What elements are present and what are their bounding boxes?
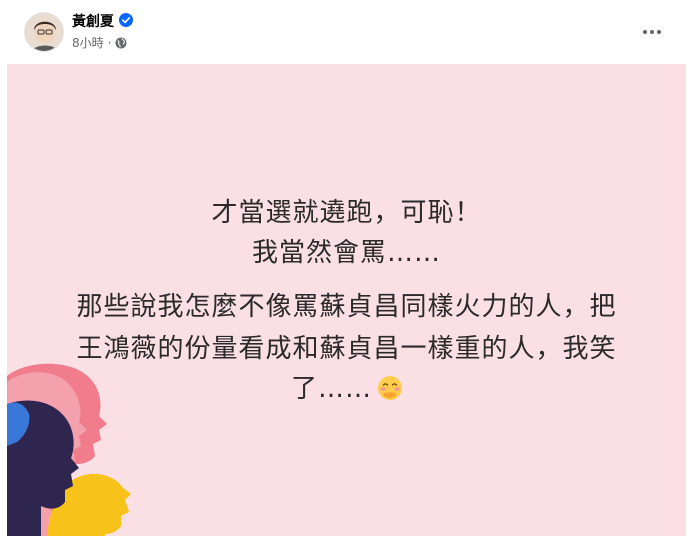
more-options-icon [643,30,647,34]
globe-icon [115,37,127,48]
face-with-hand-over-mouth-icon [378,376,403,400]
post-time[interactable]: 8小時 [72,34,104,51]
post-line-2: 我當然會罵…… [251,238,441,268]
more-options-dot [657,30,661,34]
author-name[interactable]: 黃創夏 [72,11,114,31]
post-meta: 8小時 · [72,34,127,51]
post-line-5: 了…… [7,372,686,406]
verified-badge-icon [119,13,133,27]
avatar[interactable] [24,12,64,52]
post-text: 才當選就遶跑，可恥！ 我當然會罵…… 那些說我怎麼不像罵蘇貞昌同樣火力的人，把 … [7,64,686,536]
post-line-3: 那些說我怎麼不像罵蘇貞昌同樣火力的人，把 [76,292,617,322]
post-background-card[interactable]: 才當選就遶跑，可恥！ 我當然會罵…… 那些說我怎麼不像罵蘇貞昌同樣火力的人，把 … [7,64,686,536]
post-line-1: 才當選就遶跑，可恥！ [211,198,482,228]
post-header: 黃創夏 8小時 · [0,0,688,64]
more-options-button[interactable] [636,16,668,48]
meta-separator: · [107,35,112,50]
post-line-5-text: 了…… [291,374,373,404]
post-line-4: 王鴻薇的份量看成和蘇貞昌一樣重的人，我笑 [76,334,617,364]
more-options-dot [650,30,654,34]
